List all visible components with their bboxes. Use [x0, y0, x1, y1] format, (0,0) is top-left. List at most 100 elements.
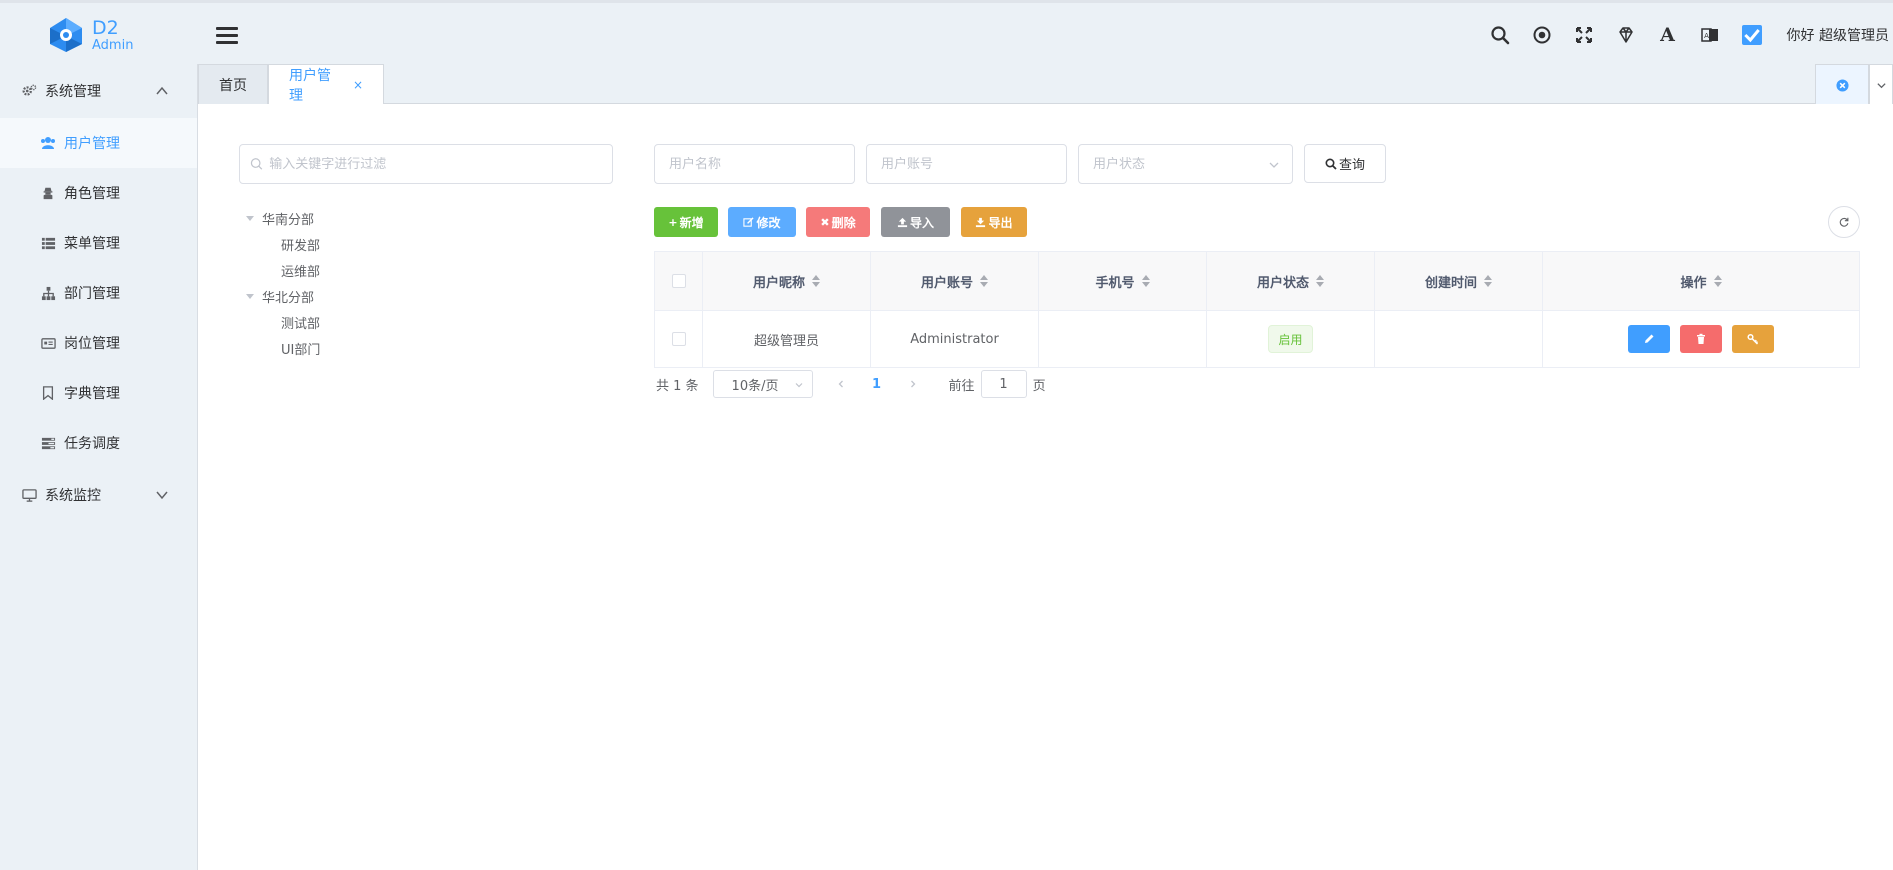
sidebar-item-task-scheduling[interactable]: 任务调度	[0, 418, 197, 468]
desktop-icon	[20, 486, 38, 504]
query-button[interactable]: 查询	[1304, 144, 1386, 183]
close-icon: ✖	[820, 215, 830, 229]
sidebar-item-label: 菜单管理	[64, 236, 120, 252]
d2-logo-icon	[50, 18, 82, 52]
close-all-tabs-button[interactable]	[1815, 64, 1869, 105]
page-size-select[interactable]: 10条/页	[712, 370, 813, 398]
sitemap-icon	[40, 285, 56, 301]
tree-node-test[interactable]: 测试部	[246, 309, 606, 335]
column-header[interactable]: 用户昵称	[703, 252, 871, 310]
dept-filter-input[interactable]	[269, 156, 612, 172]
fullscreen-icon[interactable]	[1563, 3, 1605, 67]
sidebar-group-system-monitor[interactable]: 系统监控	[0, 468, 197, 522]
sidebar-item-label: 岗位管理	[64, 336, 120, 352]
column-header-label: 手机号	[1095, 275, 1135, 291]
page-number-button[interactable]: 1	[859, 370, 895, 398]
edit-button[interactable]: 修改	[728, 207, 796, 237]
tree-node-label: 研发部	[281, 238, 321, 254]
column-header[interactable]: 创建时间	[1375, 252, 1543, 310]
refresh-icon	[1839, 217, 1849, 227]
caret-down-icon[interactable]	[246, 215, 254, 221]
delete-button[interactable]: ✖ 删除	[806, 207, 870, 237]
row-reset-password-button[interactable]	[1732, 325, 1774, 353]
sort-icon[interactable]	[1316, 275, 1324, 287]
record-icon[interactable]	[1521, 3, 1563, 67]
sort-icon[interactable]	[1484, 275, 1492, 287]
chevron-up-icon	[156, 86, 168, 95]
id-card-icon	[40, 335, 56, 351]
tab-user-management[interactable]: 用户管理 ×	[268, 64, 384, 105]
column-header[interactable]: 用户状态	[1207, 252, 1375, 310]
goto-page-input[interactable]: 1	[980, 370, 1027, 398]
tab-home[interactable]: 首页	[198, 64, 268, 105]
tab-close-icon[interactable]: ×	[353, 78, 363, 92]
tabs-more-dropdown[interactable]	[1869, 64, 1893, 105]
chevron-down-icon	[795, 383, 802, 388]
avatar-icon[interactable]	[1731, 3, 1773, 67]
chevron-down-icon	[156, 491, 168, 500]
menu-toggle-icon[interactable]	[216, 27, 238, 47]
sidebar-item-label: 用户管理	[64, 136, 120, 152]
sort-icon[interactable]	[1713, 275, 1722, 287]
sidebar-item-dictionary-management[interactable]: 字典管理	[0, 368, 197, 418]
chevron-down-icon	[1269, 162, 1279, 168]
tree-node-south-branch[interactable]: 华南分部	[246, 205, 606, 231]
username-input[interactable]	[669, 156, 840, 172]
select-all-checkbox[interactable]	[671, 274, 686, 288]
user-table: 用户昵称 用户账号 手机号 用户状态 创建时间 操作 超级管理员 Adminis…	[654, 251, 1860, 368]
sidebar-item-label: 字典管理	[64, 386, 120, 402]
search-icon[interactable]	[1479, 3, 1521, 67]
key-icon	[1747, 333, 1759, 345]
tree-node-label: 华南分部	[262, 212, 315, 228]
column-header-label: 用户账号	[920, 275, 973, 291]
sidebar-item-label: 部门管理	[64, 286, 120, 302]
app-logo[interactable]: D2 Admin	[46, 16, 146, 54]
logo-subtitle: Admin	[92, 38, 134, 53]
column-header-label: 操作	[1680, 275, 1707, 291]
font-size-icon[interactable]: A	[1647, 3, 1689, 67]
add-button[interactable]: + 新增	[654, 207, 718, 237]
status-select[interactable]	[1078, 144, 1293, 184]
column-header-label: 用户昵称	[752, 275, 805, 291]
caret-down-icon[interactable]	[246, 293, 254, 299]
tree-node-ops[interactable]: 运维部	[246, 257, 606, 283]
row-checkbox[interactable]	[671, 332, 686, 346]
next-page-button[interactable]	[895, 370, 931, 398]
account-input[interactable]	[881, 156, 1052, 172]
sidebar-item-menu-management[interactable]: 菜单管理	[0, 218, 197, 268]
language-icon[interactable]: A	[1689, 3, 1731, 67]
prev-page-button[interactable]	[823, 370, 859, 398]
user-secret-icon	[40, 185, 56, 201]
sort-icon[interactable]	[812, 275, 820, 287]
table-row[interactable]: 超级管理员 Administrator 启用	[655, 311, 1859, 368]
pagination: 共 1 条 10条/页 1 前往 1 页	[656, 370, 1046, 398]
theme-diamond-icon[interactable]	[1605, 3, 1647, 67]
sidebar-item-role-management[interactable]: 角色管理	[0, 168, 197, 218]
sidebar-item-department-management[interactable]: 部门管理	[0, 268, 197, 318]
sidebar-item-user-management[interactable]: 用户管理	[0, 118, 197, 168]
plus-icon: +	[668, 215, 678, 229]
tree-node-ui[interactable]: UI部门	[246, 335, 606, 361]
column-header-label: 创建时间	[1424, 275, 1477, 291]
column-header-label: 用户状态	[1256, 275, 1309, 291]
import-button-label: 导入	[909, 215, 934, 230]
column-header[interactable]: 操作	[1543, 252, 1859, 310]
import-button[interactable]: 导入	[881, 207, 950, 237]
tree-node-rd[interactable]: 研发部	[246, 231, 606, 257]
row-delete-button[interactable]	[1680, 325, 1722, 353]
export-button[interactable]: 导出	[961, 207, 1027, 237]
refresh-button[interactable]	[1828, 206, 1860, 238]
column-header[interactable]: 手机号	[1039, 252, 1207, 310]
dept-filter-input-wrapper	[239, 144, 613, 184]
table-header-row: 用户昵称 用户账号 手机号 用户状态 创建时间 操作	[655, 252, 1859, 311]
user-greeting[interactable]: 你好 超级管理员	[1773, 25, 1893, 45]
column-header[interactable]: 用户账号	[871, 252, 1039, 310]
status-select-input[interactable]	[1093, 156, 1278, 172]
sidebar-group-system-management[interactable]: 系统管理	[0, 64, 197, 118]
sort-icon[interactable]	[1141, 275, 1150, 287]
sidebar-item-post-management[interactable]: 岗位管理	[0, 318, 197, 368]
tree-node-north-branch[interactable]: 华北分部	[246, 283, 606, 309]
username-query-wrapper	[654, 144, 855, 184]
row-edit-button[interactable]	[1628, 325, 1670, 353]
sort-icon[interactable]	[980, 275, 988, 287]
